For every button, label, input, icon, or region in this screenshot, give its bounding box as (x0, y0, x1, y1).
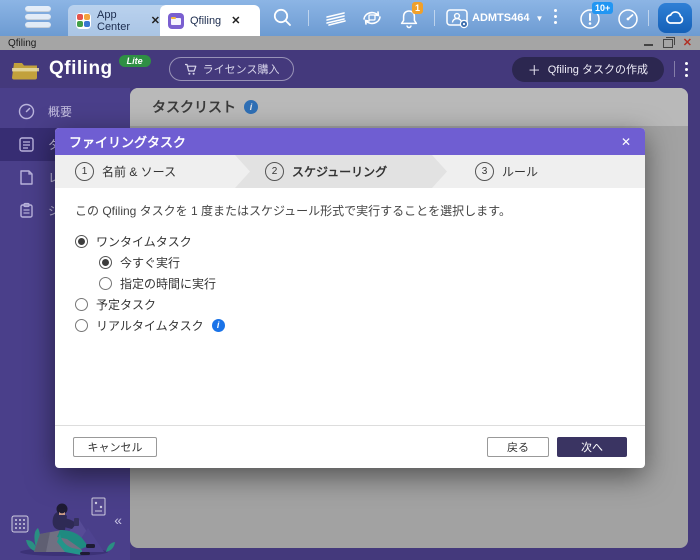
step-label: ルール (502, 165, 539, 179)
radio-scheduled-task[interactable]: 予定タスク (75, 297, 625, 312)
next-button[interactable]: 次へ (557, 437, 627, 457)
qfiling-icon (168, 12, 184, 29)
tab-qfiling[interactable]: Qfiling ✕ (160, 5, 260, 36)
step-label: 名前 & ソース (102, 165, 177, 179)
step-number: 2 (265, 162, 284, 181)
clipboard-icon (20, 202, 33, 218)
overview-gauge-icon (18, 103, 35, 120)
notification-badge: 1 (412, 2, 424, 14)
radio-icon[interactable] (99, 255, 112, 269)
dialog-description: この Qfiling タスクを 1 度またはスケジュール形式で実行することを選択… (75, 204, 511, 218)
tab-app-center[interactable]: App Center ✕ (68, 5, 168, 36)
user-avatar-icon[interactable] (446, 9, 470, 29)
task-list-icon (19, 137, 34, 152)
separator (674, 61, 675, 77)
step-label: スケジューリング (292, 165, 388, 179)
dialog-title: ファイリングタスク (69, 135, 187, 150)
dialog-footer: キャンセル 戻る 次へ (55, 425, 645, 468)
radio-label: リアルタイムタスク (96, 318, 204, 333)
radio-realtime-task[interactable]: リアルタイムタスク i (75, 318, 625, 333)
sidebar-illustration (11, 497, 115, 556)
close-icon[interactable]: ✕ (231, 14, 240, 27)
tab-label: App Center (97, 8, 131, 33)
app-center-icon (76, 12, 91, 29)
qfiling-folder-icon (12, 62, 39, 79)
radio-run-at-time[interactable]: 指定の時間に実行 (99, 276, 625, 291)
plus-icon: ＋ (527, 62, 541, 78)
step-number: 3 (475, 162, 494, 181)
content-header: タスクリスト i (130, 88, 688, 126)
tab-label: Qfiling (190, 14, 222, 27)
info-icon[interactable]: i (244, 100, 258, 114)
desktop-taskbar: App Center ✕ Qfiling ✕ 1 ADMTS464 ▼ 10+ (0, 0, 700, 36)
search-icon[interactable] (272, 7, 293, 28)
back-button[interactable]: 戻る (487, 437, 549, 457)
separator (648, 10, 649, 26)
separator (434, 10, 435, 26)
radio-label: ワンタイムタスク (96, 234, 192, 249)
dialog-close-icon[interactable]: ✕ (621, 135, 631, 149)
myqnapcloud-icon[interactable] (658, 3, 692, 33)
sidebar-item-overview[interactable]: 概要 (0, 95, 130, 128)
wizard-steps: 1 名前 & ソース 2 スケジューリング 3 ルール (55, 155, 645, 188)
radio-icon[interactable] (75, 318, 88, 332)
username-label: ADMTS464 (472, 12, 530, 24)
step-scheduling[interactable]: 2 スケジューリング (235, 155, 447, 188)
license-purchase-button[interactable]: ライセンス購入 (168, 57, 295, 81)
username-menu[interactable]: ADMTS464 ▼ (472, 12, 543, 24)
radio-icon[interactable] (99, 276, 112, 290)
radio-icon[interactable] (75, 234, 88, 248)
window-titlebar: Qfiling ✕ (0, 36, 700, 50)
filing-task-dialog: ファイリングタスク ✕ 1 名前 & ソース 2 スケジューリング 3 ルール … (55, 128, 645, 468)
background-tasks-icon[interactable] (324, 8, 348, 28)
separator (308, 10, 309, 26)
radio-label: 予定タスク (96, 297, 157, 312)
app-name: Qfiling (49, 58, 113, 79)
radio-one-time-task[interactable]: ワンタイムタスク (75, 234, 625, 249)
cancel-button[interactable]: キャンセル (73, 437, 157, 457)
minimize-icon[interactable] (643, 44, 653, 46)
step-name-source[interactable]: 1 名前 & ソース (55, 155, 235, 188)
lite-badge: Lite (118, 55, 151, 67)
main-menu-icon[interactable] (25, 6, 53, 30)
more-options-icon[interactable] (554, 9, 557, 24)
radio-icon[interactable] (75, 297, 88, 311)
dashboard-gauge-icon[interactable] (616, 7, 640, 31)
radio-label: 今すぐ実行 (120, 255, 181, 270)
step-rules[interactable]: 3 ルール (447, 155, 577, 188)
create-task-button[interactable]: ＋ Qfiling タスクの作成 (511, 56, 664, 82)
license-label: ライセンス購入 (202, 64, 280, 76)
sidebar-collapse-icon[interactable]: « (114, 512, 122, 528)
cart-icon (184, 63, 197, 75)
radio-label: 指定の時間に実行 (120, 276, 217, 291)
restore-icon[interactable] (662, 36, 675, 48)
report-file-icon (20, 170, 33, 185)
dialog-header: ファイリングタスク ✕ (55, 128, 645, 155)
status-badge: 10+ (592, 2, 614, 14)
app-header: Qfiling Lite ライセンス購入 ＋ Qfiling タスクの作成 (0, 50, 700, 88)
app-menu-icon[interactable] (685, 61, 688, 77)
page-title: タスクリスト (152, 99, 236, 115)
radio-run-now[interactable]: 今すぐ実行 (99, 255, 625, 270)
create-task-label: Qfiling タスクの作成 (547, 64, 648, 76)
sync-icon[interactable] (360, 7, 384, 29)
close-icon[interactable]: ✕ (151, 14, 160, 27)
step-number: 1 (75, 162, 94, 181)
sidebar-item-label: 概要 (48, 105, 73, 119)
chevron-down-icon: ▼ (535, 14, 544, 23)
info-icon[interactable]: i (211, 318, 225, 332)
window-close-icon[interactable]: ✕ (683, 38, 692, 49)
dialog-body: この Qfiling タスクを 1 度またはスケジュール形式で実行することを選択… (55, 188, 645, 425)
window-title: Qfiling (8, 37, 37, 49)
